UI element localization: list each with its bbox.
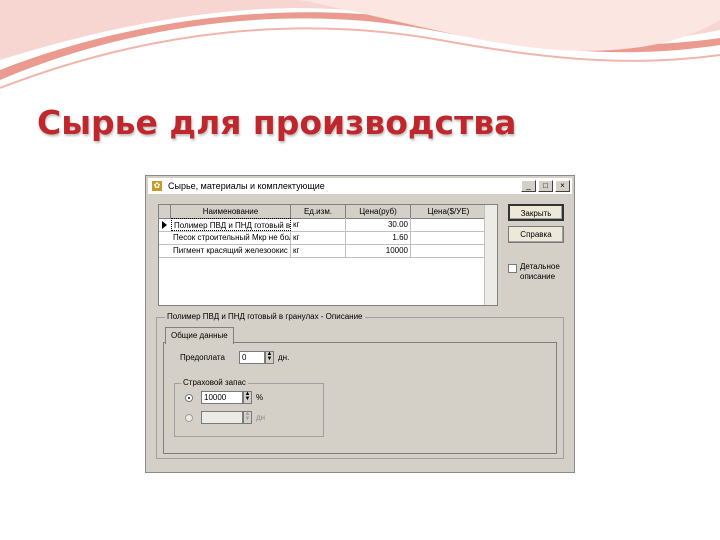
stock-percent-input[interactable]: 10000 xyxy=(201,391,243,404)
close-button[interactable]: Закрыть xyxy=(508,204,564,221)
cell-price-usd[interactable] xyxy=(411,244,487,257)
cell-price-rub[interactable]: 30.00 xyxy=(346,218,411,231)
cell-name[interactable]: Песок строительный Мкр не бол xyxy=(171,231,291,244)
prepay-input[interactable]: 0 xyxy=(239,351,265,364)
column-header-price-rub[interactable]: Цена(руб) xyxy=(346,205,411,218)
detailed-description-checkbox[interactable] xyxy=(508,264,517,273)
table-vertical-scrollbar[interactable] xyxy=(484,205,497,305)
cell-price-rub[interactable]: 1.60 xyxy=(346,231,411,244)
table-row[interactable]: Полимер ПВД и ПНД готовый в кг 30.00 xyxy=(159,218,487,232)
table-header: Наименование Ед.изм. Цена(руб) Цена($/УЕ… xyxy=(159,205,487,219)
column-header-price-usd[interactable]: Цена($/УЕ) xyxy=(411,205,487,218)
cell-unit[interactable]: кг xyxy=(291,218,346,231)
table-row[interactable]: Песок строительный Мкр не бол кг 1.60 xyxy=(159,231,487,245)
cell-name[interactable]: Полимер ПВД и ПНД готовый в xyxy=(171,218,291,231)
prepay-unit: дн. xyxy=(278,353,290,362)
cell-name[interactable]: Пигмент красящий железоокис xyxy=(171,244,291,257)
slide-title: Сырье для производства xyxy=(37,103,517,142)
column-header-unit[interactable]: Ед.изм. xyxy=(291,205,346,218)
close-window-button[interactable]: × xyxy=(555,180,570,192)
stock-percent-radio[interactable] xyxy=(185,394,193,402)
stock-days-spinner[interactable]: ▲ ▼ xyxy=(243,411,252,424)
column-header-name[interactable]: Наименование xyxy=(171,205,291,218)
minimize-button[interactable]: _ xyxy=(521,180,536,192)
material-description-group: Полимер ПВД и ПНД готовый в гранулах - О… xyxy=(156,312,564,459)
window-titlebar[interactable]: ✿ Сырье, материалы и комплектующие _ □ × xyxy=(148,178,572,194)
cell-unit[interactable]: кг xyxy=(291,244,346,257)
stock-days-input[interactable] xyxy=(201,411,243,424)
window-title: Сырье, материалы и комплектующие xyxy=(168,181,325,191)
stock-days-radio[interactable] xyxy=(185,414,193,422)
cell-price-usd[interactable] xyxy=(411,218,487,231)
table-row[interactable]: Пигмент красящий железоокис кг 10000 xyxy=(159,244,487,258)
stock-percent-unit: % xyxy=(256,393,264,402)
safety-stock-legend: Страховой запас xyxy=(181,378,248,387)
prepay-spinner[interactable]: ▲ ▼ xyxy=(265,351,274,364)
cell-price-usd[interactable] xyxy=(411,231,487,244)
cell-price-rub[interactable]: 10000 xyxy=(346,244,411,257)
maximize-button[interactable]: □ xyxy=(538,180,553,192)
stock-percent-spinner[interactable]: ▲ ▼ xyxy=(243,391,252,404)
detailed-description-label: Детальное описание xyxy=(520,262,560,281)
current-row-arrow-icon xyxy=(162,221,167,229)
app-gear-icon: ✿ xyxy=(152,181,162,191)
help-button[interactable]: Справка xyxy=(508,226,564,243)
decorative-header-swoosh xyxy=(0,0,720,89)
tab-general-data[interactable]: Общие данные xyxy=(165,327,234,344)
safety-stock-group: Страховой запас 10000 ▲ ▼ % ▲ ▼ дн xyxy=(174,378,324,437)
row-indicator-header xyxy=(159,205,171,218)
general-data-panel: Предоплата 0 ▲ ▼ дн. Страховой запас 1000… xyxy=(163,342,557,454)
stock-days-unit: дн xyxy=(256,413,266,422)
prepay-label: Предоплата xyxy=(180,353,225,362)
application-window: ✿ Сырье, материалы и комплектующие _ □ ×… xyxy=(145,175,575,473)
materials-table[interactable]: Наименование Ед.изм. Цена(руб) Цена($/УЕ… xyxy=(158,204,498,306)
cell-unit[interactable]: кг xyxy=(291,231,346,244)
material-description-legend: Полимер ПВД и ПНД готовый в гранулах - О… xyxy=(165,312,365,321)
